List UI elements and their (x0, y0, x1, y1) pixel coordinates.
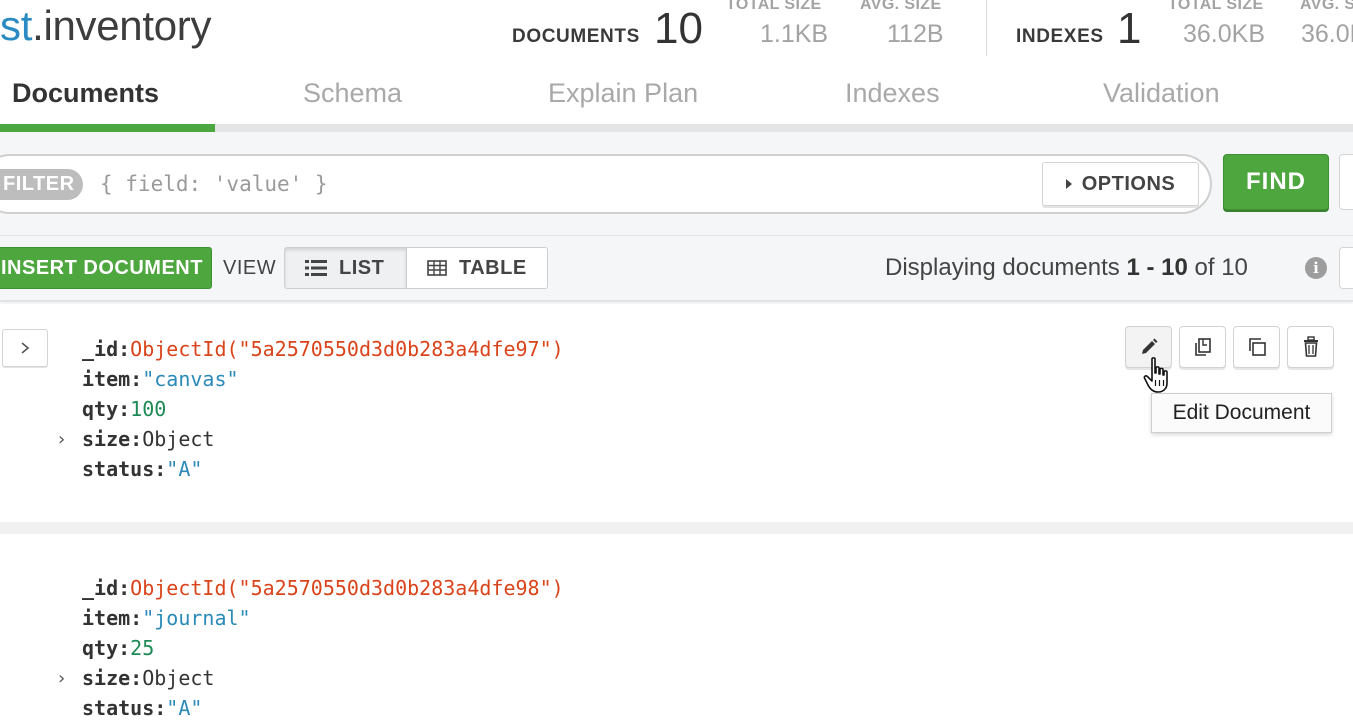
index-total-size-label: TOTAL SIZE (1168, 0, 1264, 13)
chevron-right-icon (21, 342, 30, 354)
tab-indexes[interactable]: Indexes (845, 78, 940, 109)
field-qty: qty:100 (82, 397, 167, 421)
options-button[interactable]: OPTIONS (1042, 162, 1199, 206)
database-name: st (0, 2, 33, 49)
total-size-value: 1.1KB (760, 20, 829, 48)
list-icon (305, 260, 327, 276)
documents-label: DOCUMENTS (512, 26, 640, 47)
documents-toolbar: INSERT DOCUMENT VIEW LIST TABLE Displayi… (0, 236, 1353, 302)
copy-document-button[interactable] (1179, 326, 1226, 368)
clone-document-button[interactable] (1233, 326, 1280, 368)
table-icon (427, 260, 447, 276)
document-card: _id:ObjectId("5a2570550d3d0b283a4dfe97")… (0, 304, 1353, 522)
range-end: 10 (1161, 254, 1188, 281)
collection-header: st.inventory DOCUMENTS 10 TOTAL SIZE 1.1… (0, 0, 1353, 62)
edit-document-tooltip: Edit Document (1151, 393, 1332, 433)
tab-validation[interactable]: Validation (1103, 78, 1220, 109)
info-icon[interactable]: i (1305, 257, 1327, 279)
total-size-label: TOTAL SIZE (726, 0, 822, 13)
tab-documents[interactable]: Documents (12, 78, 159, 109)
list-label: LIST (339, 256, 385, 279)
reset-button[interactable] (1339, 154, 1353, 210)
displaying-summary: Displaying documents 1 - 10 of 10 (885, 254, 1248, 281)
document-separator (0, 522, 1353, 534)
refresh-button[interactable] (1339, 247, 1353, 289)
field-status: status:"A" (82, 696, 203, 720)
view-toggle: LIST TABLE (284, 247, 548, 289)
total-count: 10 (1221, 254, 1248, 281)
insert-document-button[interactable]: INSERT DOCUMENT (0, 247, 212, 289)
avg-size-label: AVG. SIZE (860, 0, 942, 13)
collection-title: st.inventory (0, 2, 211, 50)
tab-explain-plan[interactable]: Explain Plan (548, 78, 698, 109)
indexes-count: 1 (1117, 4, 1142, 53)
table-label: TABLE (459, 256, 527, 279)
range-start: 1 (1126, 254, 1140, 281)
find-button[interactable]: FIND (1223, 154, 1329, 210)
pencil-icon (1141, 338, 1157, 354)
view-label: VIEW (223, 257, 277, 279)
caret-right-icon (1065, 179, 1072, 189)
active-tab-indicator (0, 124, 215, 132)
stats-divider (986, 0, 987, 56)
tab-schema[interactable]: Schema (303, 78, 402, 109)
field-id: _id:ObjectId("5a2570550d3d0b283a4dfe98") (82, 576, 564, 600)
filter-label: FILTER (0, 169, 83, 200)
document-card: _id:ObjectId("5a2570550d3d0b283a4dfe98")… (0, 534, 1353, 727)
hand-cursor-icon (1143, 357, 1168, 393)
index-avg-size-value: 36.0KB (1301, 20, 1353, 48)
filter-input[interactable] (100, 168, 1020, 200)
field-status: status:"A" (82, 457, 203, 481)
delete-document-button[interactable] (1287, 326, 1334, 368)
field-size: size:Object (82, 666, 215, 690)
expand-document-button[interactable] (2, 329, 48, 367)
field-size: size:Object (82, 427, 215, 451)
documents-count: 10 (654, 4, 703, 53)
index-avg-size-label: AVG. SIZE (1300, 0, 1353, 13)
clone-icon (1248, 338, 1266, 356)
index-total-size-value: 36.0KB (1183, 20, 1266, 48)
query-bar: FILTER OPTIONS FIND (0, 132, 1353, 236)
avg-size-value: 112B (887, 20, 944, 48)
field-id: _id:ObjectId("5a2570550d3d0b283a4dfe97") (82, 337, 564, 361)
field-item: item:"journal" (82, 606, 251, 630)
indexes-label: INDEXES (1016, 26, 1104, 47)
collection-tabs: Documents Schema Explain Plan Indexes Va… (0, 66, 1353, 132)
options-label: OPTIONS (1081, 172, 1176, 195)
table-view-button[interactable]: TABLE (407, 247, 548, 289)
expand-size-icon[interactable]: › (58, 429, 65, 450)
field-qty: qty:25 (82, 636, 155, 660)
clipboard-icon (1194, 338, 1211, 356)
list-view-button[interactable]: LIST (284, 247, 407, 289)
expand-size-icon[interactable]: › (58, 668, 65, 689)
trash-icon (1303, 336, 1318, 357)
field-item: item:"canvas" (82, 367, 239, 391)
collection-name: .inventory (32, 2, 212, 49)
